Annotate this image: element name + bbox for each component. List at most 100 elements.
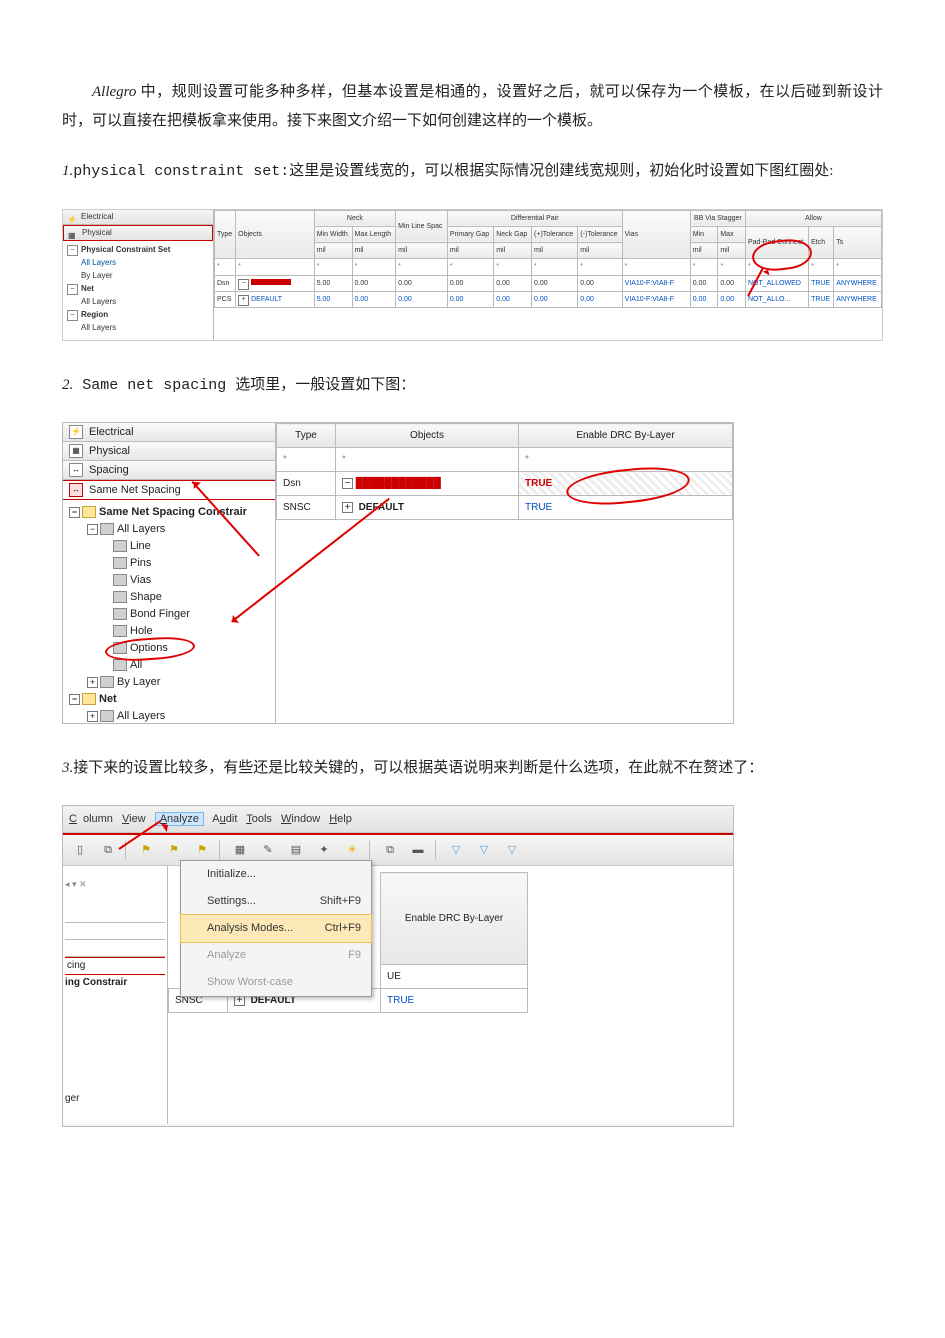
expand-icon[interactable]: + <box>87 677 98 688</box>
collapse-icon[interactable]: − <box>69 694 80 705</box>
cell[interactable]: 0.00 <box>578 291 622 307</box>
fig1-tree-all-layers-3[interactable]: All Layers <box>67 321 209 334</box>
expand-icon[interactable]: + <box>87 711 98 722</box>
tree-sns-constraint[interactable]: −Same Net Spacing Constrair <box>65 504 273 521</box>
cell[interactable]: 0.00 <box>396 275 448 291</box>
fig1-tree-by-layer-1[interactable]: By Layer <box>67 269 209 282</box>
menu-column[interactable]: Column <box>69 813 113 825</box>
fig1-tree-all-layers-2[interactable]: All Layers <box>67 295 209 308</box>
cell-via[interactable]: VIA10-F:VIA8-F <box>622 275 690 291</box>
cell[interactable]: 5.00 <box>314 291 352 307</box>
cell[interactable]: 0.00 <box>578 275 622 291</box>
col-ntol[interactable]: (-)Tolerance <box>578 226 622 242</box>
filter-icon[interactable]: ▽ <box>445 839 467 861</box>
tab-physical[interactable]: ▦Physical <box>63 442 275 461</box>
frag-constrair[interactable]: ing Constrair <box>65 975 165 991</box>
cell[interactable]: 0.00 <box>690 291 718 307</box>
tree-options[interactable]: Options <box>65 640 273 657</box>
col-type[interactable]: Type <box>277 424 336 448</box>
cell[interactable]: 0.00 <box>447 275 493 291</box>
cell[interactable]: 0.00 <box>352 291 396 307</box>
tab-same-net-spacing[interactable]: ↔Same Net Spacing <box>63 480 275 500</box>
tree-by-layer[interactable]: +By Layer <box>65 674 273 691</box>
cell-ts[interactable]: ANYWHERE <box>834 291 882 307</box>
cell-objects[interactable]: + DEFAULT <box>336 496 519 520</box>
fig1-nav-electrical[interactable]: ⚡ Electrical <box>63 210 213 225</box>
menu-analyze[interactable]: Analyze <box>155 812 204 826</box>
flag-icon[interactable]: ⚑ <box>191 839 213 861</box>
menu-help[interactable]: Help <box>329 813 352 825</box>
col-ptol[interactable]: (+)Tolerance <box>532 226 578 242</box>
cell[interactable]: 0.00 <box>396 291 448 307</box>
cell[interactable]: 0.00 <box>352 275 396 291</box>
menu-audit[interactable]: Audit <box>212 813 237 825</box>
fig1-tree-all-layers-1[interactable]: All Layers <box>67 256 209 269</box>
copy-icon[interactable]: ⧉ <box>97 839 119 861</box>
cell-objects[interactable]: − ████████████ <box>336 472 519 496</box>
tree-net-all-layers[interactable]: +All Layers <box>65 708 273 723</box>
cell-true[interactable]: TRUE <box>381 989 528 1013</box>
fig1-nav-physical[interactable]: ▦ Physical <box>63 225 213 241</box>
analyze-dropdown[interactable]: Initialize... Settings...Shift+F9 Analys… <box>180 860 372 996</box>
grid-icon[interactable]: ▤ <box>285 839 307 861</box>
cell-via[interactable]: VIA10-F:VIA8-F <box>622 291 690 307</box>
col-enable-drc[interactable]: Enable DRC By-Layer <box>381 873 528 965</box>
menu-bar[interactable]: Column View Analyze Audit Tools Window H… <box>63 806 733 834</box>
menu-item-initialize[interactable]: Initialize... <box>181 861 371 888</box>
edit-icon[interactable]: ✎ <box>257 839 279 861</box>
flag-icon[interactable]: ⚑ <box>163 839 185 861</box>
bar-icon[interactable]: ▬ <box>407 839 429 861</box>
fig1-tree-region[interactable]: −Region <box>67 308 209 321</box>
cell-objects[interactable]: − <box>236 275 315 291</box>
tree-line[interactable]: Line <box>65 538 273 555</box>
cell[interactable]: 0.00 <box>532 291 578 307</box>
cell[interactable]: 0.00 <box>494 275 532 291</box>
tree-all-layers[interactable]: −All Layers <box>65 521 273 538</box>
fig2-row-snsc[interactable]: SNSC + DEFAULT TRUE <box>277 496 733 520</box>
tree-bond-finger[interactable]: Bond Finger <box>65 606 273 623</box>
col-maxlength[interactable]: Max Length <box>352 226 396 242</box>
cell[interactable]: 0.00 <box>532 275 578 291</box>
grid-icon[interactable]: ▦ <box>229 839 251 861</box>
file-icon[interactable]: ▯ <box>69 839 91 861</box>
col-neckgap[interactable]: Neck Gap <box>494 226 532 242</box>
cell-ts[interactable]: ANYWHERE <box>834 275 882 291</box>
flag-icon[interactable]: ⚑ <box>135 839 157 861</box>
col-ts[interactable]: Ts <box>834 226 882 259</box>
tree-pins[interactable]: Pins <box>65 555 273 572</box>
col-objects[interactable]: Objects <box>236 210 315 259</box>
cell[interactable]: 5.00 <box>314 275 352 291</box>
fig1-tree-net[interactable]: −Net <box>67 282 209 295</box>
collapse-icon[interactable]: − <box>67 245 78 256</box>
cell[interactable]: 0.00 <box>447 291 493 307</box>
window-icon[interactable]: ⧉ <box>379 839 401 861</box>
tree-shape[interactable]: Shape <box>65 589 273 606</box>
col-etch[interactable]: Etch <box>809 226 834 259</box>
filter-icon[interactable]: ▽ <box>501 839 523 861</box>
fig2-filter-row[interactable]: *** <box>277 448 733 472</box>
cell-etch[interactable]: TRUE <box>809 275 834 291</box>
tab-electrical[interactable]: ⚡Electrical <box>63 423 275 442</box>
fig1-tree-pcs[interactable]: −Physical Constraint Set <box>67 243 209 256</box>
col-type[interactable]: Type <box>215 210 236 259</box>
menu-view[interactable]: View <box>122 813 146 825</box>
cell-objects[interactable]: + DEFAULT <box>236 291 315 307</box>
menu-item-settings[interactable]: Settings...Shift+F9 <box>181 888 371 915</box>
collapse-icon[interactable]: − <box>67 284 78 295</box>
star-icon[interactable]: ✦ <box>313 839 335 861</box>
tree-hole[interactable]: Hole <box>65 623 273 640</box>
col-primgap[interactable]: Primary Gap <box>447 226 493 242</box>
collapse-icon[interactable]: − <box>69 507 80 518</box>
fig2-table[interactable]: Type Objects Enable DRC By-Layer *** Dsn… <box>276 423 733 520</box>
menu-window[interactable]: Window <box>281 813 320 825</box>
collapse-icon[interactable]: − <box>87 524 98 535</box>
cell-enable[interactable]: TRUE <box>519 472 733 496</box>
cell[interactable]: 0.00 <box>494 291 532 307</box>
col-padpad[interactable]: Pad-Pad Connect <box>745 226 808 259</box>
tree-net[interactable]: −Net <box>65 691 273 708</box>
col-min[interactable]: Min <box>690 226 718 242</box>
cell-enable[interactable]: TRUE <box>519 496 733 520</box>
col-objects[interactable]: Objects <box>336 424 519 448</box>
sun-icon[interactable]: ☀ <box>341 839 363 861</box>
tree-all[interactable]: All <box>65 657 273 674</box>
